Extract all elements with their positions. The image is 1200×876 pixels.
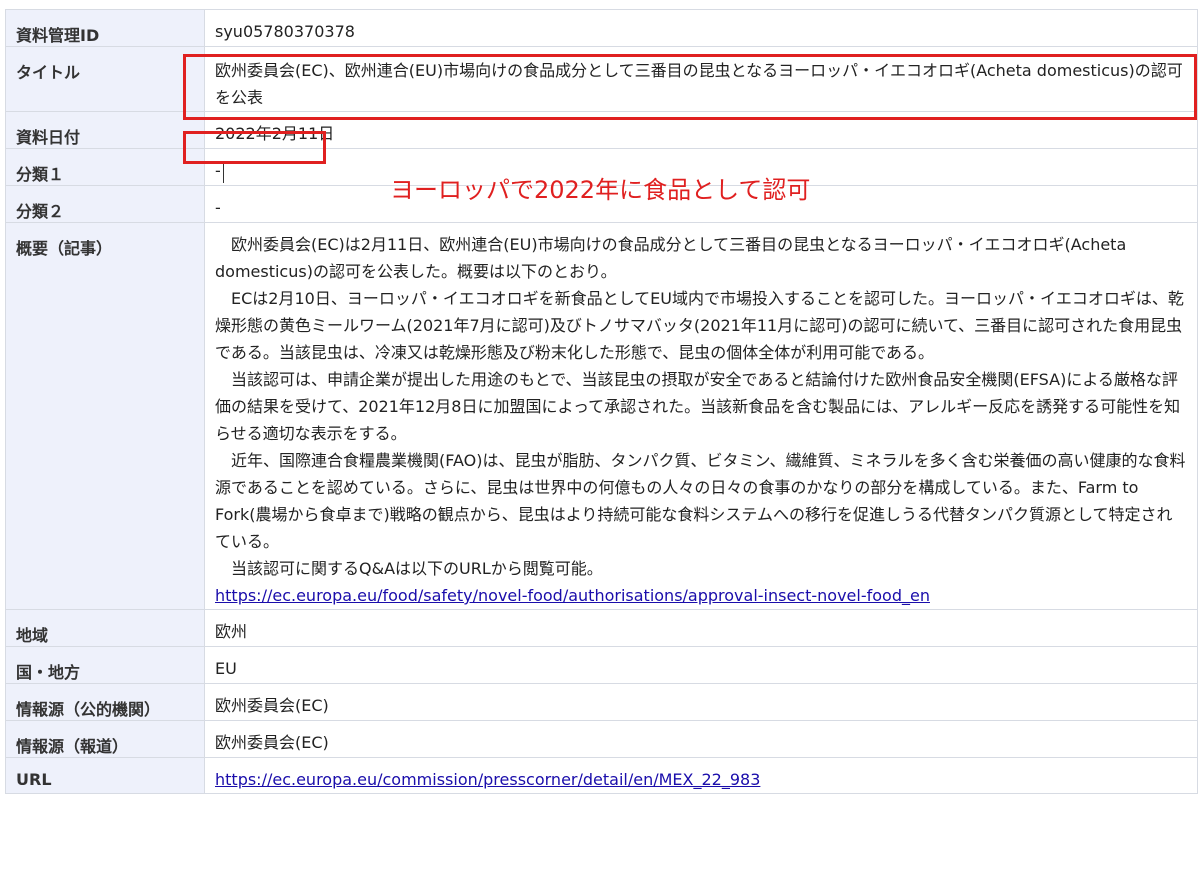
region-value: 欧州 [204,609,1198,647]
region-label: 地域 [5,609,205,647]
country-value: EU [204,646,1198,684]
source-press-label: 情報源（報道） [5,720,205,758]
summary-paragraph: 近年、国際連合食糧農業機関(FAO)は、昆虫が脂肪、タンパク質、ビタミン、繊維質… [215,451,1186,551]
summary-body: 欧州委員会(EC)は2月11日、欧州連合(EU)市場向けの食品成分として三番目の… [204,222,1198,610]
source-public-value: 欧州委員会(EC) [204,683,1198,721]
summary-paragraph: 当該認可に関するQ&Aは以下のURLから閲覧可能。 [231,559,603,578]
title-highlight-box [183,54,1197,120]
row-source-public: 情報源（公的機関） 欧州委員会(EC) [5,683,1198,721]
summary-label: 概要（記事） [5,222,205,610]
url-cell: https://ec.europa.eu/commission/presscor… [204,757,1198,794]
row-country: 国・地方 EU [5,646,1198,684]
id-label: 資料管理ID [5,9,205,47]
title-label: タイトル [5,46,205,112]
row-region: 地域 欧州 [5,609,1198,647]
category1-label: 分類１ [5,148,205,186]
summary-paragraph: 当該認可は、申請企業が提出した用途のもとで、当該昆虫の摂取が安全であると結論付け… [215,370,1181,443]
url-link[interactable]: https://ec.europa.eu/commission/presscor… [215,770,760,789]
record-table: 資料管理ID syu05780370378 タイトル 欧州委員会(EC)、欧州連… [5,9,1198,794]
category2-label: 分類２ [5,185,205,223]
summary-paragraph: ECは2月10日、ヨーロッパ・イエコオロギを新食品としてEU域内で市場投入するこ… [215,289,1184,362]
annotation-text: ヨーロッパで2022年に食品として認可 [390,176,811,204]
date-highlight-box [183,131,326,164]
source-public-label: 情報源（公的機関） [5,683,205,721]
summary-qa-link[interactable]: https://ec.europa.eu/food/safety/novel-f… [215,586,930,605]
summary-paragraph: 欧州委員会(EC)は2月11日、欧州連合(EU)市場向けの食品成分として三番目の… [215,235,1127,281]
row-id: 資料管理ID syu05780370378 [5,9,1198,47]
date-label: 資料日付 [5,111,205,149]
country-label: 国・地方 [5,646,205,684]
row-summary: 概要（記事） 欧州委員会(EC)は2月11日、欧州連合(EU)市場向けの食品成分… [5,222,1198,610]
id-value: syu05780370378 [204,9,1198,47]
source-press-value: 欧州委員会(EC) [204,720,1198,758]
url-label: URL [5,757,205,794]
row-url: URL https://ec.europa.eu/commission/pres… [5,757,1198,794]
row-source-press: 情報源（報道） 欧州委員会(EC) [5,720,1198,758]
